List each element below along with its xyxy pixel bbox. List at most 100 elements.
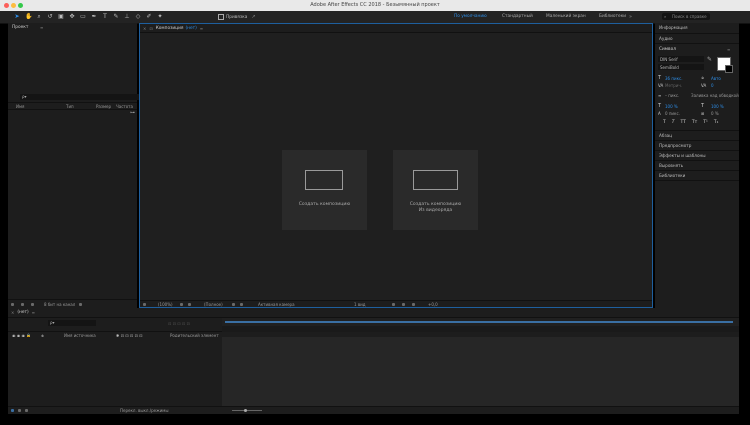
horizontal-scale-value[interactable]: 100 % [711,104,724,109]
workspace-libraries[interactable]: Библиотеки [599,14,626,19]
hand-tool-icon[interactable]: ✋ [25,14,32,20]
always-preview-icon[interactable] [143,303,146,306]
region-of-interest-icon[interactable] [232,303,235,306]
lock-icon[interactable]: ⊡ [149,26,152,31]
pan-tool-icon[interactable]: ✥ [69,14,75,20]
all-caps-button[interactable]: TT [681,120,686,125]
eraser-tool-icon[interactable]: ◇ [135,14,141,20]
stroke-width-value[interactable]: – пикс. [665,93,679,98]
roto-tool-icon[interactable]: ✐ [146,14,152,20]
panel-menu-icon[interactable]: ≡ [32,310,35,315]
time-navigator[interactable] [222,318,739,326]
info-section[interactable]: Информация [655,23,739,33]
safe-zones-icon[interactable] [180,303,183,306]
timeline-icon[interactable] [412,303,415,306]
baseline-shift-value[interactable]: 0 пикс. [665,111,680,116]
effects-presets-section[interactable]: Эффекты и шаблоны [655,150,739,160]
panel-menu-icon[interactable]: ≡ [40,25,43,30]
column-size[interactable]: Размер [96,104,111,109]
work-area-bar[interactable] [225,321,733,323]
eyedropper-icon[interactable]: ✎ [707,56,712,63]
timeline-search-input[interactable]: ρ▾ [48,320,96,326]
audio-section[interactable]: Аудио [655,33,739,43]
new-composition-from-footage-button[interactable]: Создать композицию Из видеоряда [393,150,478,230]
grid-icon[interactable] [188,303,191,306]
leading-value[interactable]: Авто [711,76,721,81]
workspace-default[interactable]: По умолчанию [454,14,487,19]
snap-toggle[interactable]: Привязка ↗ [218,14,256,20]
align-section[interactable]: Выровнять [655,160,739,170]
project-search-input[interactable]: ρ▾ [20,94,140,100]
toggle-pixel-aspect-icon[interactable] [392,303,395,306]
flowchart-icon[interactable]: ⊶ [130,110,135,116]
interpret-footage-icon[interactable] [11,303,14,306]
new-folder-icon[interactable] [21,303,24,306]
vertical-scale-value[interactable]: 100 % [665,104,678,109]
views-dropdown[interactable]: 1 вид [354,302,366,307]
bit-depth-label[interactable]: 8 бит на канал [44,302,75,307]
time-ruler[interactable] [222,326,739,332]
faux-italic-button[interactable]: T [672,120,675,125]
new-composition-button[interactable]: Создать композицию [282,150,367,230]
brush-tool-icon[interactable]: ✎ [113,14,119,20]
fast-previews-icon[interactable] [402,303,405,306]
puppet-tool-icon[interactable]: ✦ [157,14,163,20]
font-size-value[interactable]: 36 пикс. [665,76,682,81]
resolution-dropdown[interactable]: (Полное) [204,302,223,307]
close-icon[interactable]: × [11,310,14,315]
camera-dropdown[interactable]: Активная камера [258,302,295,307]
timeline-tab[interactable]: × (нет) ≡ [11,310,35,315]
snap-options-icon[interactable]: ↗ [251,14,255,20]
toggle-switches-modes[interactable]: Перекл. выкл./режимы [120,408,168,413]
subscript-button[interactable]: T₁ [714,120,719,125]
snap-checkbox[interactable] [218,14,224,20]
time-stretch-toggle-icon[interactable] [25,409,28,412]
workspace-small-screen[interactable]: Маленький экран [546,14,586,19]
rotate-tool-icon[interactable]: ↺ [47,14,53,20]
column-type[interactable]: Тип [66,104,74,109]
zoom-slider[interactable] [232,409,262,412]
mask-tool-icon[interactable]: ▭ [80,14,86,20]
column-name[interactable]: Имя [16,104,24,109]
preview-section[interactable]: Предпросмотр [655,140,739,150]
libraries-section[interactable]: Библиотеки [655,170,739,180]
small-caps-button[interactable]: Tт [692,120,697,125]
timeline-track-area[interactable] [222,337,739,406]
character-tab[interactable]: Символ [659,47,676,52]
close-icon[interactable]: × [143,26,146,31]
column-rate[interactable]: Частота [116,104,133,109]
project-tab[interactable]: Проект [12,25,28,30]
tracking-value[interactable]: 0 [711,83,714,88]
select-tool-icon[interactable]: ➤ [14,14,20,20]
new-composition-icon[interactable] [31,303,34,306]
clone-tool-icon[interactable]: ⊥ [124,14,130,20]
help-search-input[interactable]: ⌕ Поиск в справке [662,13,710,20]
paragraph-section[interactable]: Абзац [655,130,739,140]
kerning-value[interactable]: Метрич. [665,83,682,88]
camera-tool-icon[interactable]: ▣ [58,14,64,20]
zoom-tool-icon[interactable]: ⌕ [36,14,42,20]
type-tool-icon[interactable]: T [102,14,108,20]
composition-tab[interactable]: × ⊡ Композиция (нет) ≡ [143,25,203,31]
panel-menu-icon[interactable]: ≡ [200,26,203,31]
stroke-mode-dropdown[interactable]: Заливка над обводкой [691,93,739,98]
zoom-slider-handle[interactable] [244,409,247,412]
superscript-button[interactable]: T¹ [703,120,708,125]
transparency-grid-icon[interactable] [240,303,243,306]
stroke-color-swatch[interactable] [725,65,733,73]
faux-bold-button[interactable]: T [663,120,666,125]
pen-tool-icon[interactable]: ✒ [91,14,97,20]
font-style-dropdown[interactable]: SemiBold [658,64,704,70]
tsume-value[interactable]: 0 % [711,111,719,116]
layer-list[interactable] [8,337,222,406]
delete-icon[interactable] [79,303,82,306]
timeline-switch-icons[interactable]: ⊡ ⊡ ⊡ ⊡ ⊡ [168,321,190,326]
exposure-value[interactable]: +0,0 [428,302,438,307]
zoom-dropdown[interactable]: (100%) [158,302,173,307]
transfer-controls-toggle-icon[interactable] [18,409,21,412]
workspace-standard[interactable]: Стандартный [502,14,533,19]
font-family-dropdown[interactable]: DIN Serif [658,56,704,62]
workspace-overflow-icon[interactable]: » [629,14,632,20]
panel-menu-icon[interactable]: ≡ [727,47,730,52]
layer-switches-toggle-icon[interactable] [11,409,14,412]
